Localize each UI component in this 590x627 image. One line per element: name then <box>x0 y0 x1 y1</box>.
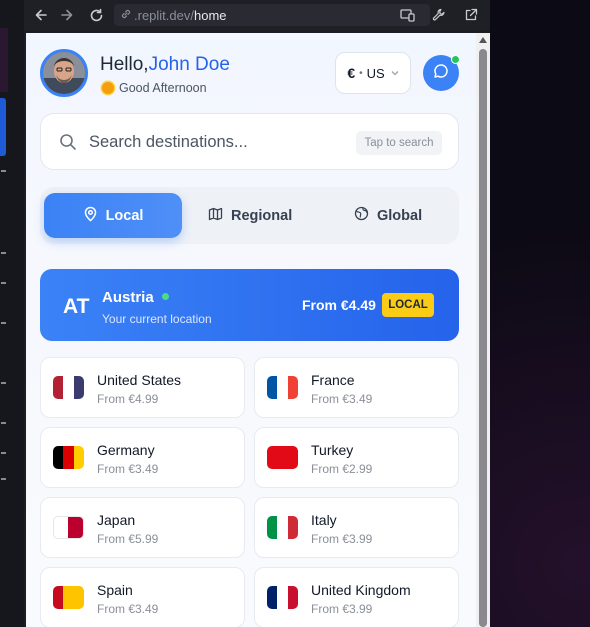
background-window <box>0 0 24 627</box>
time-greeting: Good Afternoon <box>102 81 207 95</box>
current-country-name: Austria <box>102 289 154 306</box>
country-price: From €3.99 <box>311 602 373 616</box>
search-input[interactable]: Search destinations... <box>89 133 248 152</box>
background-glyph <box>1 282 6 284</box>
forward-arrow-icon[interactable] <box>56 4 78 26</box>
flag-icon <box>53 586 84 609</box>
map-icon <box>208 207 223 225</box>
background-glyph <box>1 252 6 254</box>
time-greeting-label: Good Afternoon <box>119 81 207 95</box>
region-code: US <box>366 65 385 81</box>
country-code: AT <box>63 295 90 318</box>
live-status-dot <box>162 293 169 300</box>
country-name: Turkey <box>311 442 354 458</box>
search-icon <box>59 133 77 156</box>
tab-global[interactable]: Global <box>354 193 422 238</box>
flag-icon <box>53 516 84 539</box>
map-pin-icon <box>83 206 98 226</box>
country-price: From €3.49 <box>97 602 159 616</box>
url-domain: .replit.dev/ <box>134 7 194 23</box>
country-price: From €2.99 <box>311 462 373 476</box>
user-name: John Doe <box>148 54 230 75</box>
greeting-prefix: Hello, <box>100 54 149 75</box>
country-card[interactable]: United States From €4.99 <box>40 357 245 418</box>
devices-icon[interactable] <box>396 4 418 26</box>
open-external-icon[interactable] <box>460 4 482 26</box>
url-path: home <box>193 7 227 23</box>
country-price: From €3.49 <box>311 392 373 406</box>
scrollbar[interactable] <box>476 33 490 627</box>
country-price: From €5.99 <box>97 532 159 546</box>
chat-bubble-icon <box>433 63 449 84</box>
flag-icon <box>53 446 84 469</box>
tab-regional[interactable]: Regional <box>208 193 292 238</box>
site-info-icon[interactable] <box>120 8 132 23</box>
currency-separator: • <box>359 67 363 79</box>
country-name: Spain <box>97 582 133 598</box>
current-location-subtitle: Your current location <box>102 312 212 326</box>
background-glyph <box>1 478 6 480</box>
country-name: United States <box>97 372 182 388</box>
country-name: United Kingdom <box>311 582 411 598</box>
country-name: Japan <box>97 512 136 528</box>
tab-regional-label: Regional <box>231 207 293 224</box>
flag-icon <box>267 516 298 539</box>
flag-icon <box>53 376 84 399</box>
wrench-icon[interactable] <box>428 4 450 26</box>
background-accent <box>0 98 6 156</box>
currency-symbol: € <box>347 65 356 81</box>
chat-status-dot <box>451 55 460 64</box>
country-name: France <box>311 372 355 388</box>
scrollbar-thumb[interactable] <box>479 49 487 627</box>
flag-icon <box>267 586 298 609</box>
background-panel <box>0 28 8 92</box>
chevron-down-icon <box>391 68 399 78</box>
current-location-price: From €4.49 <box>302 297 376 313</box>
tab-local-label: Local <box>105 207 144 224</box>
background-glyph <box>1 170 6 172</box>
reload-icon[interactable] <box>85 4 107 26</box>
avatar[interactable] <box>40 49 88 97</box>
background-glyph <box>1 322 6 324</box>
browser-toolbar: .replit.dev/home <box>24 0 490 30</box>
country-card[interactable]: Spain From €3.49 <box>40 567 245 627</box>
scroll-up-arrow-icon[interactable] <box>479 37 487 43</box>
country-price: From €4.99 <box>97 392 159 406</box>
local-badge: LOCAL <box>382 293 434 317</box>
country-price: From €3.49 <box>97 462 159 476</box>
sun-icon <box>102 82 114 94</box>
scope-tabs: Local Regional Global <box>40 187 459 244</box>
search-bar[interactable]: Search destinations... Tap to search <box>40 113 459 170</box>
greeting-heading: Hello,John Doe <box>100 54 230 76</box>
country-name: Germany <box>97 442 155 458</box>
search-hint-badge: Tap to search <box>356 131 442 155</box>
address-bar[interactable]: .replit.dev/home <box>114 4 430 26</box>
country-card[interactable]: Japan From €5.99 <box>40 497 245 558</box>
background-glyph <box>1 382 6 384</box>
current-location-card[interactable]: AT Austria Your current location From €4… <box>40 269 459 341</box>
tab-global-label: Global <box>377 207 423 224</box>
flag-icon <box>267 376 298 399</box>
background-glyph <box>1 422 6 424</box>
background-glyph <box>1 452 6 454</box>
app-viewport: Hello,John Doe Good Afternoon € • US Sea… <box>26 33 476 627</box>
currency-selector[interactable]: € • US <box>335 52 411 94</box>
desktop-background <box>490 0 590 627</box>
country-card[interactable]: Italy From €3.99 <box>254 497 459 558</box>
country-card[interactable]: Germany From €3.49 <box>40 427 245 488</box>
tab-local[interactable]: Local <box>44 193 182 238</box>
country-card[interactable]: France From €3.49 <box>254 357 459 418</box>
country-price: From €3.99 <box>311 532 373 546</box>
globe-icon <box>354 206 369 225</box>
flag-icon <box>267 446 298 469</box>
back-arrow-icon[interactable] <box>30 4 52 26</box>
country-card[interactable]: United Kingdom From €3.99 <box>254 567 459 627</box>
country-name: Italy <box>311 512 337 528</box>
country-card[interactable]: Turkey From €2.99 <box>254 427 459 488</box>
